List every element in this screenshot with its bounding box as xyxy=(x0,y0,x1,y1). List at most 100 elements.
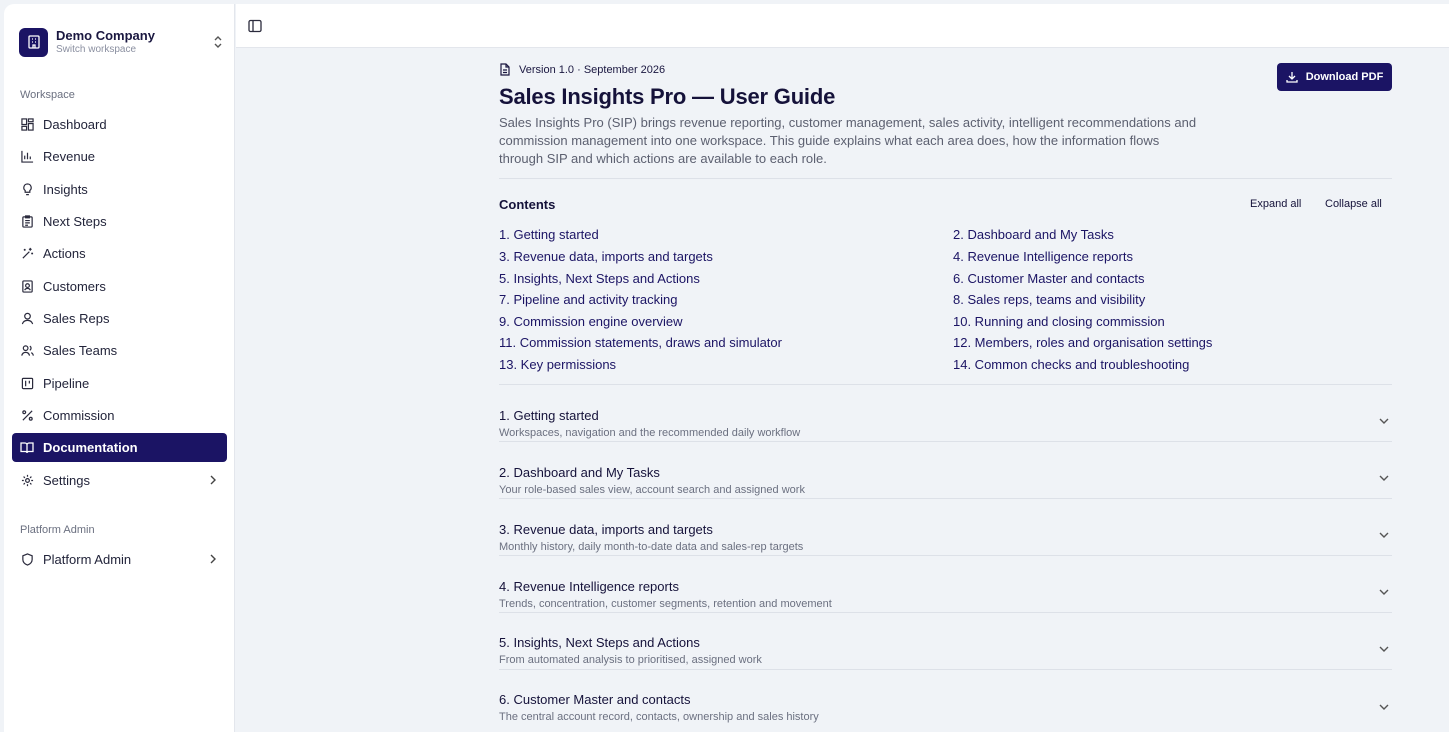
percent-icon xyxy=(20,409,34,423)
sidebar-item-sales-reps[interactable]: Sales Reps xyxy=(12,304,227,333)
platform-admin-group-label: Platform Admin xyxy=(20,524,95,536)
sidebar-item-label: Sales Teams xyxy=(43,343,118,358)
toc-link[interactable]: 13. Key permissions xyxy=(499,357,616,372)
kanban-icon xyxy=(20,377,34,391)
section-accordion[interactable]: 6. Customer Master and contacts The cent… xyxy=(499,670,1392,727)
section-accordion[interactable]: 1. Getting started Workspaces, navigatio… xyxy=(499,385,1392,442)
lightbulb-icon xyxy=(20,183,34,197)
workspace-switcher[interactable]: Demo Company Switch workspace xyxy=(19,25,225,59)
section-accordion[interactable]: 5. Insights, Next Steps and Actions From… xyxy=(499,613,1392,670)
version-line: Version 1.0 · September 2026 xyxy=(499,63,665,76)
toc-link[interactable]: 11. Commission statements, draws and sim… xyxy=(499,335,782,350)
sidebar-item-revenue[interactable]: Revenue xyxy=(12,142,227,171)
book-icon xyxy=(20,441,34,455)
section-title: 5. Insights, Next Steps and Actions xyxy=(499,635,700,650)
workspace-name: Demo Company xyxy=(56,28,155,43)
sidebar-item-label: Customers xyxy=(43,279,106,294)
version-text: Version 1.0 · September 2026 xyxy=(519,63,666,76)
chevron-down-icon xyxy=(1379,532,1389,538)
toc-link[interactable]: 5. Insights, Next Steps and Actions xyxy=(499,271,700,286)
contents-heading: Contents xyxy=(499,197,556,212)
sidebar-item-customers[interactable]: Customers xyxy=(12,272,227,301)
toc-link[interactable]: 1. Getting started xyxy=(499,227,599,242)
toc-link[interactable]: 12. Members, roles and organisation sett… xyxy=(953,335,1212,350)
sidebar-item-sales-teams[interactable]: Sales Teams xyxy=(12,336,227,365)
sidebar-item-actions[interactable]: Actions xyxy=(12,239,227,268)
chevron-right-icon xyxy=(210,554,216,564)
toc-link[interactable]: 4. Revenue Intelligence reports xyxy=(953,249,1133,264)
toc-link[interactable]: 3. Revenue data, imports and targets xyxy=(499,249,713,264)
section-title: 4. Revenue Intelligence reports xyxy=(499,579,679,594)
sidebar-item-commission[interactable]: Commission xyxy=(12,401,227,430)
sidebar-item-label: Dashboard xyxy=(43,117,107,132)
expand-all-button[interactable]: Expand all xyxy=(1250,198,1301,210)
sidebar-toggle-icon[interactable] xyxy=(248,19,262,33)
chevron-down-icon xyxy=(1379,418,1389,424)
document-icon xyxy=(500,63,510,76)
toc-link[interactable]: 8. Sales reps, teams and visibility xyxy=(953,292,1145,307)
section-subtitle: From automated analysis to prioritised, … xyxy=(499,654,762,666)
wand-icon xyxy=(20,247,34,261)
toc-link[interactable]: 14. Common checks and troubleshooting xyxy=(953,357,1189,372)
chevron-down-icon xyxy=(1379,589,1389,595)
section-subtitle: The central account record, contacts, ow… xyxy=(499,711,819,723)
section-subtitle: Your role-based sales view, account sear… xyxy=(499,484,805,496)
section-accordion[interactable]: 4. Revenue Intelligence reports Trends, … xyxy=(499,556,1392,613)
section-accordion[interactable]: 2. Dashboard and My Tasks Your role-base… xyxy=(499,442,1392,499)
toc-link[interactable]: 2. Dashboard and My Tasks xyxy=(953,227,1114,242)
workspace-subtitle: Switch workspace xyxy=(56,44,137,55)
sidebar-item-platform-admin[interactable]: Platform Admin xyxy=(12,545,227,574)
chevron-down-icon xyxy=(1379,475,1389,481)
collapse-all-button[interactable]: Collapse all xyxy=(1325,198,1382,210)
chevrons-up-down-icon xyxy=(214,36,222,48)
download-icon xyxy=(1286,72,1298,83)
sidebar-item-next-steps[interactable]: Next Steps xyxy=(12,207,227,236)
sidebar-item-label: Documentation xyxy=(43,440,138,455)
sidebar-item-dashboard[interactable]: Dashboard xyxy=(12,110,227,139)
sidebar-item-label: Settings xyxy=(43,473,90,488)
sidebar-item-label: Sales Reps xyxy=(43,311,110,326)
chevron-right-icon xyxy=(210,475,216,485)
section-subtitle: Monthly history, daily month-to-date dat… xyxy=(499,541,804,553)
sidebar-item-documentation[interactable]: Documentation xyxy=(12,433,227,462)
download-pdf-label: Download PDF xyxy=(1305,71,1384,83)
sidebar-item-label: Pipeline xyxy=(43,376,90,391)
section-subtitle: Trends, concentration, customer segments… xyxy=(499,598,832,610)
section-title: 2. Dashboard and My Tasks xyxy=(499,465,660,480)
top-bar xyxy=(236,4,1449,48)
clipboard-icon xyxy=(20,215,34,229)
page-title: Sales Insights Pro — User Guide xyxy=(499,84,836,109)
workspace-group-label: Workspace xyxy=(20,89,75,101)
sidebar-item-label: Revenue xyxy=(43,149,96,164)
section-title: 1. Getting started xyxy=(499,408,599,423)
section-title: 6. Customer Master and contacts xyxy=(499,692,691,707)
users-icon xyxy=(20,344,34,358)
sidebar: Demo Company Switch workspace Workspace … xyxy=(4,4,235,732)
sidebar-item-insights[interactable]: Insights xyxy=(12,175,227,204)
gear-icon xyxy=(20,474,34,488)
toc-link[interactable]: 9. Commission engine overview xyxy=(499,314,683,329)
chevron-down-icon xyxy=(1379,646,1389,652)
toc-link[interactable]: 10. Running and closing commission xyxy=(953,314,1165,329)
dashboard-icon xyxy=(20,118,34,132)
toc-link[interactable]: 6. Customer Master and contacts xyxy=(953,271,1144,286)
sidebar-item-pipeline[interactable]: Pipeline xyxy=(12,369,227,398)
chevron-down-icon xyxy=(1379,704,1389,710)
user-icon xyxy=(20,312,34,326)
bar-chart-icon xyxy=(20,150,34,164)
page-intro: Sales Insights Pro (SIP) brings revenue … xyxy=(499,115,1197,166)
contact-card-icon xyxy=(20,280,34,294)
download-pdf-button[interactable]: Download PDF xyxy=(1277,63,1392,91)
sidebar-item-label: Commission xyxy=(43,408,115,423)
sidebar-item-label: Actions xyxy=(43,246,86,261)
sidebar-item-label: Platform Admin xyxy=(43,552,132,567)
sidebar-item-settings[interactable]: Settings xyxy=(12,466,227,495)
sidebar-item-label: Next Steps xyxy=(43,214,107,229)
section-title: 3. Revenue data, imports and targets xyxy=(499,522,713,537)
documentation-page: Version 1.0 · September 2026 Sales Insig… xyxy=(499,48,1392,732)
section-accordion[interactable]: 3. Revenue data, imports and targets Mon… xyxy=(499,499,1392,556)
toc-link[interactable]: 7. Pipeline and activity tracking xyxy=(499,292,677,307)
building-icon xyxy=(19,27,48,57)
sidebar-item-label: Insights xyxy=(43,182,88,197)
shield-icon xyxy=(20,553,34,567)
